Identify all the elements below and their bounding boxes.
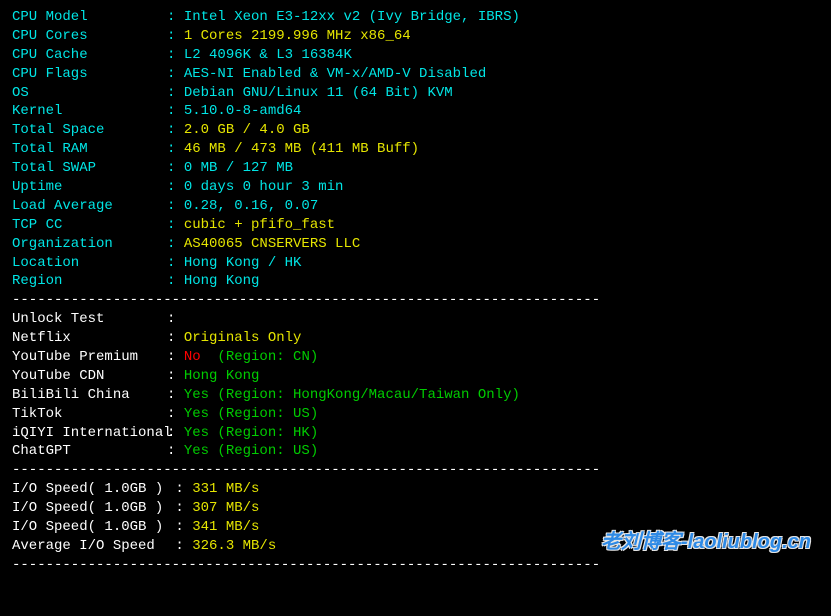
value-iqiyi: Yes (Region: HK) <box>184 425 318 441</box>
sysinfo-row: Location: Hong Kong / HK <box>12 254 819 273</box>
region-youtube-premium: (Region: CN) <box>201 349 319 365</box>
value-io-1: 331 MB/s <box>192 481 259 497</box>
label-io-avg: Average I/O Speed <box>12 537 167 556</box>
unlock-row: YouTube CDN: Hong Kong <box>12 367 819 386</box>
divider-line: ----------------------------------------… <box>12 291 819 310</box>
value-cpu-cores: 1 Cores 2199.996 MHz x86_64 <box>184 28 411 44</box>
label-uptime: Uptime <box>12 178 167 197</box>
divider-line: ----------------------------------------… <box>12 461 819 480</box>
sysinfo-row: OS: Debian GNU/Linux 11 (64 Bit) KVM <box>12 84 819 103</box>
value-youtube-premium: No <box>184 349 201 365</box>
label-io-3: I/O Speed( 1.0GB ) <box>12 518 167 537</box>
io-row: I/O Speed( 1.0GB ) : 307 MB/s <box>12 499 819 518</box>
value-bilibili: Yes (Region: HongKong/Macau/Taiwan Only) <box>184 387 520 403</box>
label-youtube-cdn: YouTube CDN <box>12 367 167 386</box>
sysinfo-row: Region: Hong Kong <box>12 272 819 291</box>
label-cpu-flags: CPU Flags <box>12 65 167 84</box>
label-tcp-cc: TCP CC <box>12 216 167 235</box>
value-youtube-cdn: Hong Kong <box>184 368 260 384</box>
sysinfo-row: CPU Cores: 1 Cores 2199.996 MHz x86_64 <box>12 27 819 46</box>
label-total-ram: Total RAM <box>12 140 167 159</box>
value-load-avg: 0.28, 0.16, 0.07 <box>184 198 318 214</box>
value-netflix: Originals Only <box>184 330 302 346</box>
sysinfo-row: Kernel: 5.10.0-8-amd64 <box>12 102 819 121</box>
label-location: Location <box>12 254 167 273</box>
value-total-swap: 0 MB / 127 MB <box>184 160 293 176</box>
unlock-row: BiliBili China: Yes (Region: HongKong/Ma… <box>12 386 819 405</box>
value-cpu-model: Intel Xeon E3-12xx v2 (Ivy Bridge, IBRS) <box>184 9 520 25</box>
label-kernel: Kernel <box>12 102 167 121</box>
sysinfo-row: CPU Cache: L2 4096K & L3 16384K <box>12 46 819 65</box>
unlock-row: iQIYI International: Yes (Region: HK) <box>12 424 819 443</box>
sysinfo-row: CPU Model: Intel Xeon E3-12xx v2 (Ivy Br… <box>12 8 819 27</box>
label-iqiyi: iQIYI International <box>12 424 167 443</box>
label-unlock-test: Unlock Test <box>12 310 167 329</box>
value-uptime: 0 days 0 hour 3 min <box>184 179 344 195</box>
label-load-avg: Load Average <box>12 197 167 216</box>
sysinfo-row: Organization: AS40065 CNSERVERS LLC <box>12 235 819 254</box>
label-region: Region <box>12 272 167 291</box>
label-bilibili: BiliBili China <box>12 386 167 405</box>
io-row: I/O Speed( 1.0GB ) : 331 MB/s <box>12 480 819 499</box>
value-io-avg: 326.3 MB/s <box>192 538 276 554</box>
value-kernel: 5.10.0-8-amd64 <box>184 103 302 119</box>
label-io-2: I/O Speed( 1.0GB ) <box>12 499 167 518</box>
terminal-output: CPU Model: Intel Xeon E3-12xx v2 (Ivy Br… <box>12 8 819 575</box>
sysinfo-row: Total SWAP: 0 MB / 127 MB <box>12 159 819 178</box>
value-os: Debian GNU/Linux 11 (64 Bit) KVM <box>184 85 453 101</box>
label-cpu-model: CPU Model <box>12 8 167 27</box>
sysinfo-row: Uptime: 0 days 0 hour 3 min <box>12 178 819 197</box>
label-total-swap: Total SWAP <box>12 159 167 178</box>
value-io-2: 307 MB/s <box>192 500 259 516</box>
sysinfo-row: TCP CC: cubic + pfifo_fast <box>12 216 819 235</box>
divider-line: ----------------------------------------… <box>12 556 819 575</box>
value-cpu-flags: AES-NI Enabled & VM-x/AMD-V Disabled <box>184 66 486 82</box>
unlock-row: YouTube Premium: No (Region: CN) <box>12 348 819 367</box>
sysinfo-row: Total Space: 2.0 GB / 4.0 GB <box>12 121 819 140</box>
value-region: Hong Kong <box>184 273 260 289</box>
label-organization: Organization <box>12 235 167 254</box>
value-location: Hong Kong / HK <box>184 255 302 271</box>
label-cpu-cache: CPU Cache <box>12 46 167 65</box>
value-total-ram: 46 MB / 473 MB (411 MB Buff) <box>184 141 419 157</box>
label-io-1: I/O Speed( 1.0GB ) <box>12 480 167 499</box>
sysinfo-row: CPU Flags: AES-NI Enabled & VM-x/AMD-V D… <box>12 65 819 84</box>
value-tcp-cc: cubic + pfifo_fast <box>184 217 335 233</box>
value-organization: AS40065 CNSERVERS LLC <box>184 236 360 252</box>
value-tiktok: Yes (Region: US) <box>184 406 318 422</box>
unlock-header-row: Unlock Test: <box>12 310 819 329</box>
label-youtube-premium: YouTube Premium <box>12 348 167 367</box>
value-chatgpt: Yes (Region: US) <box>184 443 318 459</box>
label-chatgpt: ChatGPT <box>12 442 167 461</box>
watermark-text: 老刘博客-laoliublog.cn <box>601 529 811 556</box>
value-io-3: 341 MB/s <box>192 519 259 535</box>
value-cpu-cache: L2 4096K & L3 16384K <box>184 47 352 63</box>
sysinfo-row: Total RAM: 46 MB / 473 MB (411 MB Buff) <box>12 140 819 159</box>
unlock-row: Netflix: Originals Only <box>12 329 819 348</box>
label-total-space: Total Space <box>12 121 167 140</box>
label-netflix: Netflix <box>12 329 167 348</box>
label-cpu-cores: CPU Cores <box>12 27 167 46</box>
value-total-space: 2.0 GB / 4.0 GB <box>184 122 310 138</box>
sysinfo-row: Load Average: 0.28, 0.16, 0.07 <box>12 197 819 216</box>
label-os: OS <box>12 84 167 103</box>
label-tiktok: TikTok <box>12 405 167 424</box>
unlock-row: ChatGPT: Yes (Region: US) <box>12 442 819 461</box>
unlock-row: TikTok: Yes (Region: US) <box>12 405 819 424</box>
